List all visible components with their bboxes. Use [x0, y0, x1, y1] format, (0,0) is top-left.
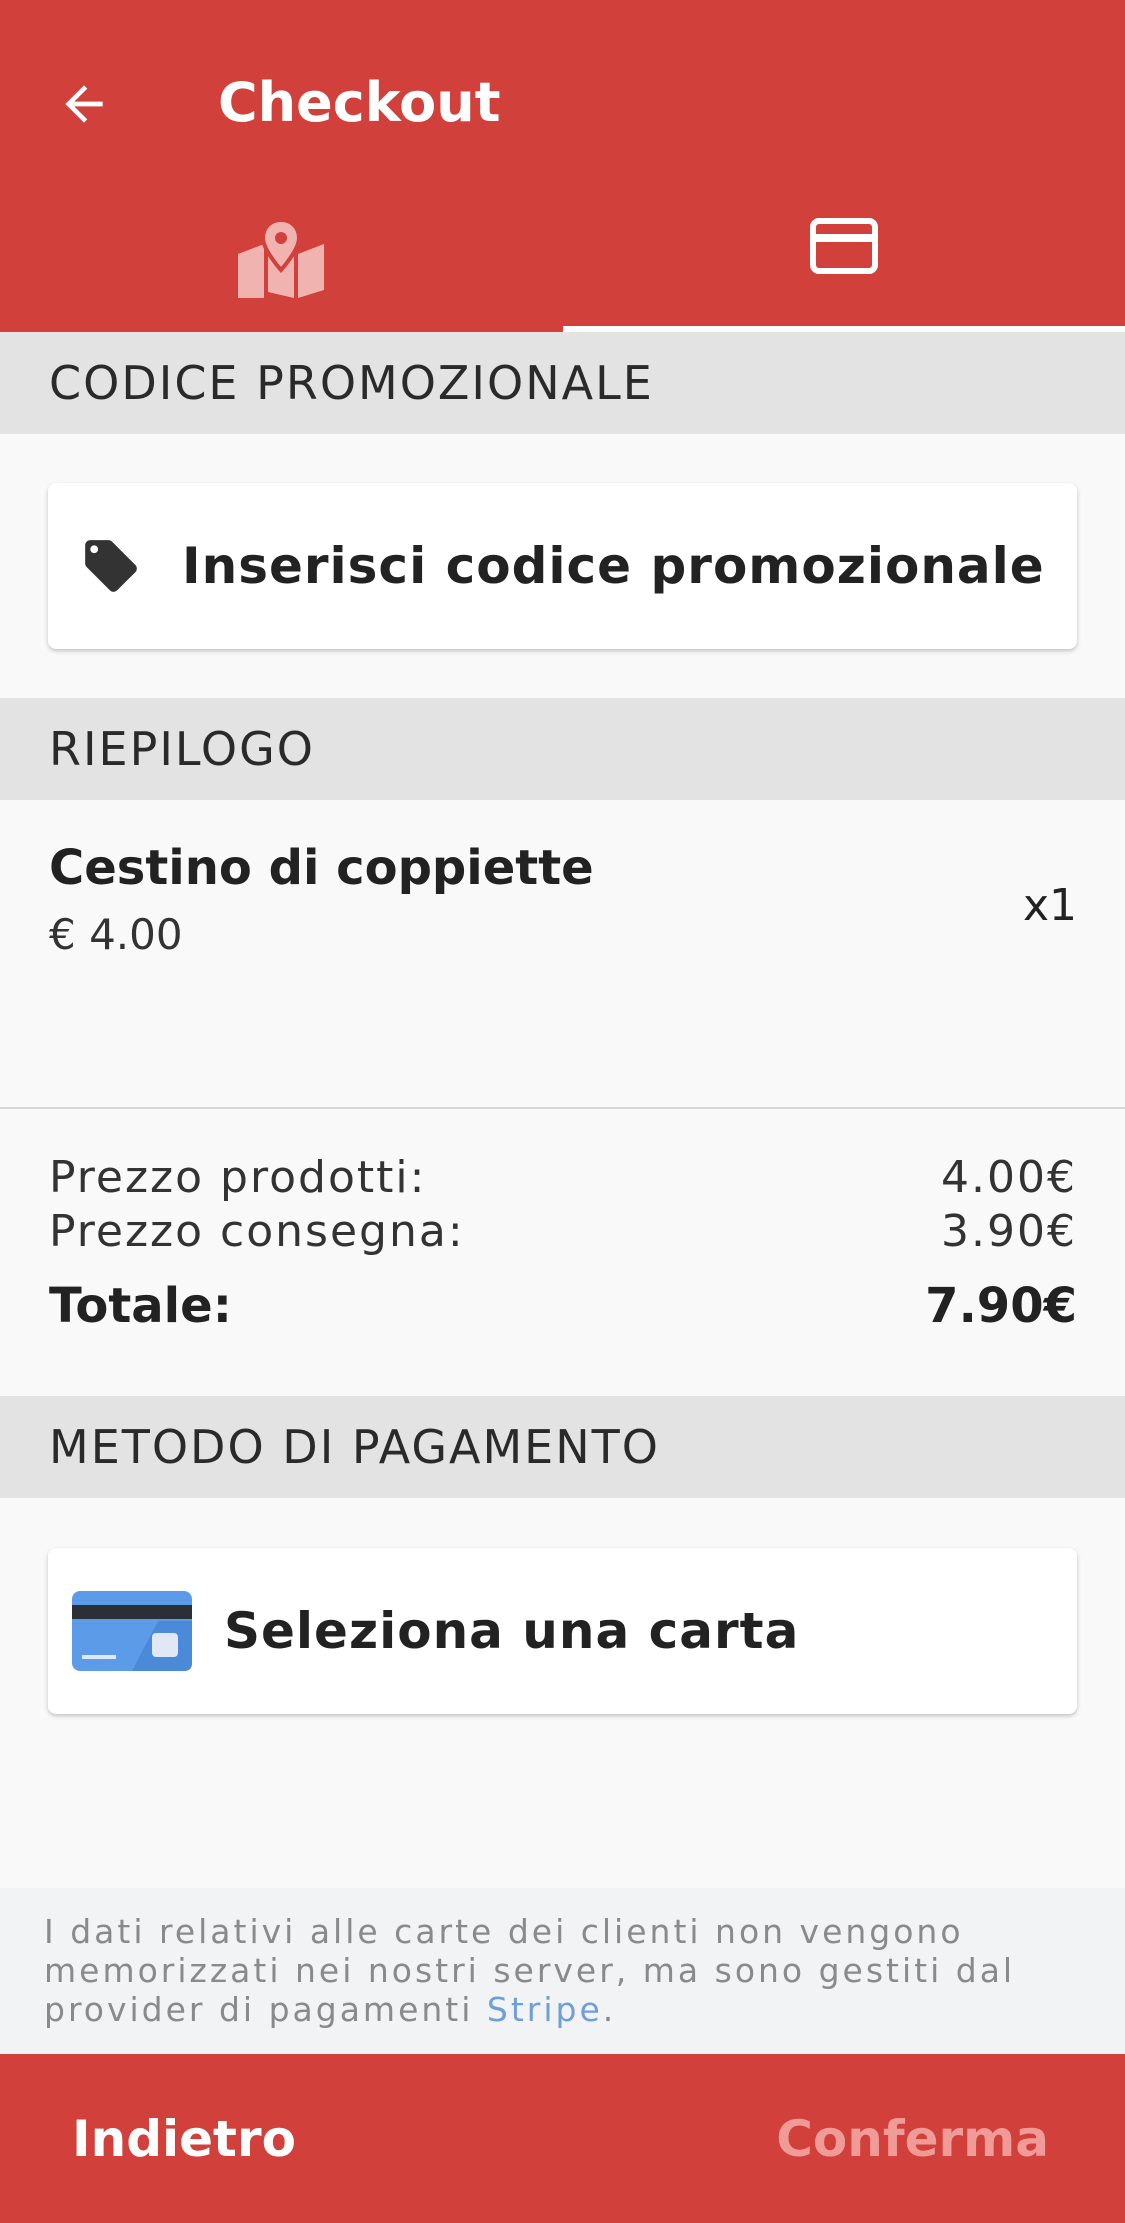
total-value: 7.90€ — [925, 1278, 1077, 1334]
total-label: Totale: — [49, 1278, 232, 1334]
back-step-button[interactable]: Indietro — [72, 2110, 296, 2168]
promo-code-label: Inserisci codice promozionale — [182, 537, 1045, 595]
item-name: Cestino di coppiette — [49, 840, 594, 896]
select-card-button[interactable]: Seleziona una carta — [48, 1548, 1077, 1714]
stripe-link[interactable]: Stripe — [487, 1990, 603, 2029]
select-card-label: Seleziona una carta — [224, 1602, 800, 1660]
item-price: € 4.00 — [49, 910, 183, 959]
map-marker-icon — [238, 218, 324, 298]
products-price-row: Prezzo prodotti: 4.00€ — [49, 1152, 1077, 1203]
delivery-price-label: Prezzo consegna: — [49, 1206, 465, 1257]
page-title: Checkout — [218, 71, 501, 134]
tab-payment[interactable] — [563, 200, 1125, 332]
app-bar: Checkout — [0, 0, 1125, 332]
payment-section-header: METODO DI PAGAMENTO — [0, 1396, 1125, 1498]
summary-section-header: RIEPILOGO — [0, 698, 1125, 800]
tag-icon — [85, 540, 137, 592]
confirm-button[interactable]: Conferma — [776, 2110, 1049, 2168]
credit-card-icon — [72, 1591, 192, 1671]
delivery-price-value: 3.90€ — [941, 1206, 1077, 1257]
summary-section-title: RIEPILOGO — [49, 722, 315, 776]
item-quantity: x1 — [1022, 880, 1077, 931]
delivery-price-row: Prezzo consegna: 3.90€ — [49, 1206, 1077, 1257]
divider — [0, 1107, 1125, 1109]
privacy-note: I dati relativi alle carte dei clienti n… — [0, 1888, 1125, 2054]
back-button[interactable] — [52, 72, 116, 136]
arrow-left-icon — [65, 85, 103, 123]
tab-address[interactable] — [0, 200, 562, 332]
total-row: Totale: 7.90€ — [49, 1278, 1077, 1334]
credit-card-icon — [810, 218, 878, 274]
products-price-value: 4.00€ — [941, 1152, 1077, 1203]
promo-code-button[interactable]: Inserisci codice promozionale — [48, 483, 1077, 649]
privacy-note-suffix: . — [602, 1990, 617, 2029]
promo-section-header: CODICE PROMOZIONALE — [0, 332, 1125, 434]
payment-section-title: METODO DI PAGAMENTO — [49, 1420, 660, 1474]
products-price-label: Prezzo prodotti: — [49, 1152, 427, 1203]
bottom-bar: Indietro Conferma — [0, 2054, 1125, 2223]
promo-section-title: CODICE PROMOZIONALE — [49, 356, 654, 410]
